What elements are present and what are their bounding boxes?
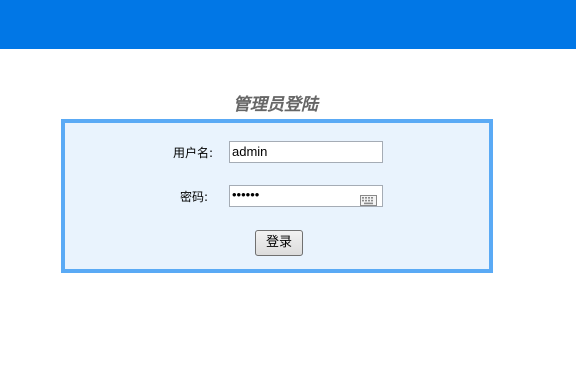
top-header-bar: [0, 0, 576, 49]
page-title: 管理员登陆: [233, 95, 318, 115]
keyboard-icon[interactable]: [360, 191, 377, 210]
login-button[interactable]: 登录: [255, 230, 303, 256]
login-panel: 用户名: admin 密码: •••••• 登录: [61, 119, 493, 273]
username-label: 用户名:: [173, 146, 214, 160]
username-input[interactable]: admin: [229, 141, 383, 163]
password-masked-value: ••••••: [232, 187, 260, 202]
password-label: 密码:: [180, 190, 209, 204]
password-input[interactable]: ••••••: [229, 185, 383, 207]
username-value: admin: [232, 144, 268, 159]
